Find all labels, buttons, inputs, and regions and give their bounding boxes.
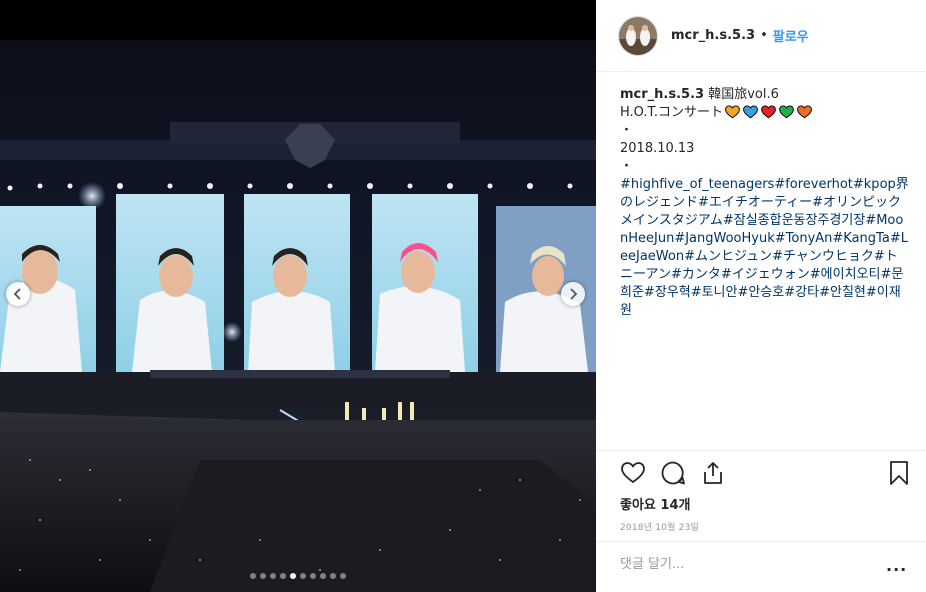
- comment-bubble-icon: [661, 461, 685, 485]
- hashtag-link[interactable]: #エイチオーティー: [698, 195, 812, 210]
- hashtag-link[interactable]: #TonyAn: [775, 231, 833, 246]
- carousel-dot: [320, 573, 326, 579]
- hashtag-link[interactable]: #잠실종합운동장주경기장: [723, 213, 865, 228]
- carousel-dot: [300, 573, 306, 579]
- share-button[interactable]: [700, 460, 726, 486]
- chevron-left-icon: [13, 288, 21, 300]
- header-username-link[interactable]: mcr_h.s.5.3: [671, 28, 755, 43]
- post-caption: mcr_h.s.5.3 韓国旅vol.6 H.O.T.コンサート ・ 2018.…: [620, 86, 910, 320]
- carousel-prev-button[interactable]: [6, 282, 30, 306]
- heart-emojis: [725, 105, 812, 119]
- hashtag-link[interactable]: #안칠현: [819, 285, 866, 300]
- carousel-dot: [340, 573, 346, 579]
- hashtag-link[interactable]: #highfive_of_teenagers: [620, 177, 774, 192]
- carousel-dot: [250, 573, 256, 579]
- carousel-dot: [270, 573, 276, 579]
- heart-emoji-icon: [761, 105, 776, 119]
- hashtag-link[interactable]: #イジェウォン: [721, 267, 810, 282]
- hashtag-list: #highfive_of_teenagers#foreverhot#kpop界の…: [620, 176, 910, 320]
- hashtag-link[interactable]: #강타: [784, 285, 819, 300]
- caption-date: 2018.10.13: [620, 141, 695, 156]
- post-timestamp[interactable]: 2018년 10월 23일: [620, 520, 699, 533]
- caption-username-link[interactable]: mcr_h.s.5.3: [620, 87, 704, 102]
- comment-input[interactable]: [620, 557, 870, 572]
- hashtag-link[interactable]: #장우혁: [644, 285, 691, 300]
- hashtag-link[interactable]: #토니안: [691, 285, 738, 300]
- profile-photo: [619, 16, 657, 55]
- avatar[interactable]: [618, 15, 658, 56]
- carousel-dot: [330, 573, 336, 579]
- caption-subtitle: H.O.T.コンサート: [620, 105, 724, 120]
- save-button[interactable]: [886, 460, 912, 486]
- carousel-next-button[interactable]: [561, 282, 585, 306]
- chevron-right-icon: [570, 288, 578, 300]
- more-options-button[interactable]: ...: [886, 556, 907, 575]
- like-count[interactable]: 좋아요 14개: [620, 494, 690, 513]
- heart-emoji-icon: [743, 105, 758, 119]
- action-bar-divider: [596, 450, 926, 451]
- carousel-dot: [280, 573, 286, 579]
- comment-button[interactable]: [660, 460, 686, 486]
- heart-emoji-icon: [779, 105, 794, 119]
- hashtag-link[interactable]: #カンタ: [671, 267, 721, 282]
- post-detail-panel: mcr_h.s.5.3 • 팔로우 mcr_h.s.5.3 韓国旅vol.6 H…: [596, 0, 926, 592]
- bookmark-icon: [890, 461, 908, 485]
- header-separator: •: [760, 28, 768, 43]
- concert-photo: [0, 40, 596, 592]
- like-button[interactable]: [620, 460, 646, 486]
- carousel-dot: [260, 573, 266, 579]
- share-upload-icon: [704, 462, 722, 484]
- hashtag-link[interactable]: #에이치오티: [810, 267, 881, 282]
- concert-photo-art: [0, 122, 596, 592]
- post-header: mcr_h.s.5.3 • 팔로우: [596, 0, 926, 72]
- caption-title: 韓国旅vol.6: [708, 87, 779, 102]
- carousel-dot: [290, 573, 296, 579]
- hashtag-link[interactable]: #KangTa: [832, 231, 889, 246]
- heart-emoji-icon: [725, 105, 740, 119]
- hashtag-link[interactable]: #foreverhot: [774, 177, 853, 192]
- carousel-indicator: [0, 573, 596, 579]
- caption-bullet-1: ・: [620, 123, 634, 138]
- post-media: [0, 0, 596, 592]
- heart-outline-icon: [621, 462, 645, 484]
- hashtag-link[interactable]: #ムンヒジュン: [684, 249, 772, 264]
- follow-button[interactable]: 팔로우: [773, 26, 809, 45]
- carousel-dot: [310, 573, 316, 579]
- hashtag-link[interactable]: #チャンウヒョク: [772, 249, 874, 264]
- hashtag-link[interactable]: #안승호: [737, 285, 784, 300]
- heart-emoji-icon: [797, 105, 812, 119]
- hashtag-link[interactable]: #JangWooHyuk: [674, 231, 774, 246]
- caption-bullet-2: ・: [620, 159, 634, 174]
